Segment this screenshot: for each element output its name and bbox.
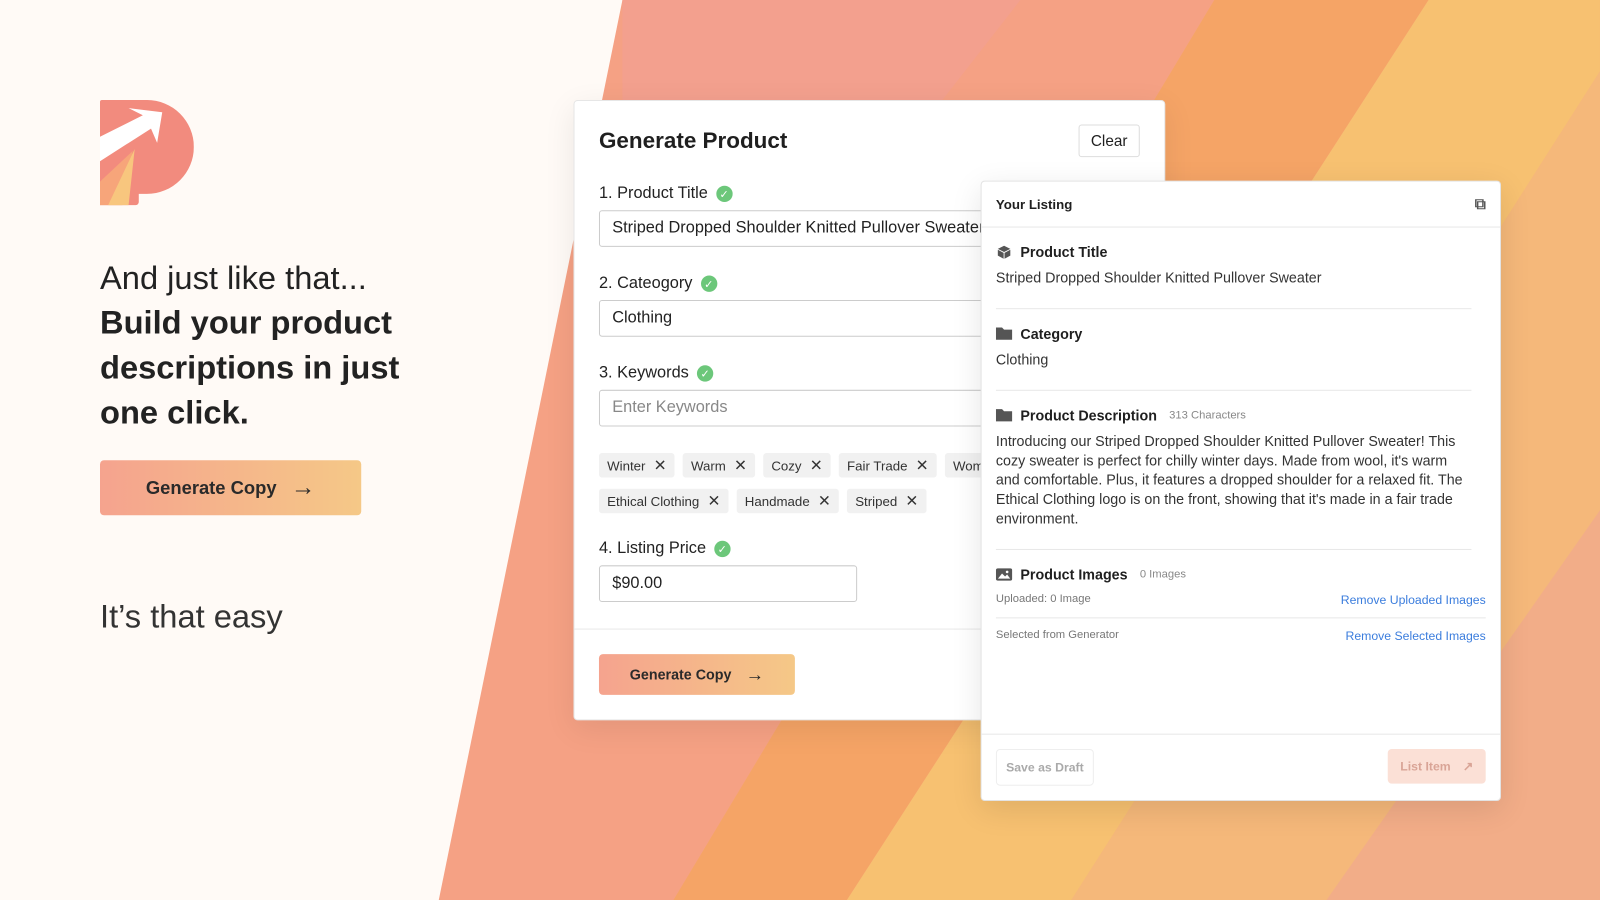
keyword-tag: Cozy ✕ [763, 453, 831, 478]
image-icon [995, 568, 1013, 581]
remove-tag-icon[interactable]: ✕ [916, 456, 929, 474]
keyword-tag: Fair Trade ✕ [838, 453, 937, 478]
folder-icon [995, 327, 1013, 340]
folder-icon [995, 409, 1013, 422]
tag-label: Warm [690, 457, 726, 473]
tag-label: Winter [607, 457, 646, 473]
panel-title: Generate Product [598, 127, 788, 154]
check-icon: ✓ [716, 185, 733, 203]
hero-intro: And just like that... [99, 259, 367, 296]
section-heading: Category [1020, 325, 1083, 342]
character-count: 313 Characters [1169, 409, 1246, 422]
uploaded-count: Uploaded: 0 Image [995, 592, 1091, 606]
button-label: Generate Copy [629, 666, 732, 683]
check-icon: ✓ [700, 275, 717, 292]
keyword-tag: Warm ✕ [682, 453, 756, 478]
cube-icon [997, 245, 1011, 259]
field-label: 4. Listing Price [598, 539, 707, 558]
remove-tag-icon[interactable]: ✕ [734, 456, 747, 474]
image-count: 0 Images [1139, 568, 1186, 581]
tag-label: Fair Trade [847, 457, 908, 473]
field-label: 1. Product Title [598, 184, 708, 203]
external-link-icon[interactable]: ⧉ [1475, 195, 1486, 212]
tag-label: Ethical Clothing [607, 493, 700, 509]
selected-label: Selected from Generator [995, 628, 1119, 641]
tag-label: Handmade [744, 493, 810, 509]
remove-selected-images-link[interactable]: Remove Selected Images [1345, 629, 1485, 643]
check-icon: ✓ [714, 540, 731, 558]
arrow-right-icon: → [290, 473, 316, 502]
keyword-tag: Striped ✕ [847, 488, 927, 514]
field-label: 3. Keywords [598, 364, 689, 382]
description-value: Introducing our Striped Dropped Shoulder… [995, 432, 1463, 527]
field-label: 2. Cateogory [598, 274, 693, 292]
section-heading: Product Title [1020, 243, 1108, 261]
arrow-up-right-icon: ↗ [1462, 759, 1474, 774]
hero-generate-copy-button[interactable]: Generate Copy → [99, 460, 362, 516]
button-label: Generate Copy [145, 477, 277, 498]
brand-logo [99, 99, 194, 206]
remove-tag-icon[interactable]: ✕ [810, 456, 823, 474]
generate-copy-button[interactable]: Generate Copy → [598, 654, 795, 695]
remove-uploaded-images-link[interactable]: Remove Uploaded Images [1341, 593, 1486, 607]
keyword-tag: Handmade ✕ [736, 488, 839, 514]
clear-button[interactable]: Clear [1078, 124, 1140, 158]
section-heading: Product Description [1020, 407, 1157, 424]
tagline: It’s that easy [99, 597, 283, 635]
arrow-right-icon: → [745, 663, 765, 685]
keyword-tag: Ethical Clothing ✕ [598, 488, 729, 514]
keyword-tag: Winter ✕ [598, 453, 675, 478]
remove-tag-icon[interactable]: ✕ [818, 492, 831, 510]
hero-headline: Build your product descriptions in just … [99, 304, 400, 431]
listing-price-input[interactable]: $90.00 [598, 565, 858, 603]
save-as-draft-button[interactable]: Save as Draft [995, 748, 1094, 786]
list-item-button[interactable]: List Item ↗ [1387, 748, 1486, 784]
your-listing-panel: Your Listing ⧉ Product Title Striped Dro… [980, 180, 1502, 802]
check-icon: ✓ [696, 365, 714, 382]
remove-tag-icon[interactable]: ✕ [707, 492, 720, 510]
tag-label: Cozy [771, 457, 802, 473]
button-label: List Item [1400, 759, 1451, 774]
tag-label: Striped [855, 493, 898, 509]
remove-tag-icon[interactable]: ✕ [654, 456, 667, 474]
remove-tag-icon[interactable]: ✕ [905, 492, 918, 510]
product-title-value: Striped Dropped Shoulder Knitted Pullove… [995, 269, 1322, 286]
tag-label: Women [952, 457, 983, 473]
section-heading: Product Images [1020, 566, 1128, 583]
category-value: Clothing [995, 351, 1049, 368]
listing-title: Your Listing [995, 196, 1073, 212]
keyword-tag: Women✕ [944, 453, 983, 478]
